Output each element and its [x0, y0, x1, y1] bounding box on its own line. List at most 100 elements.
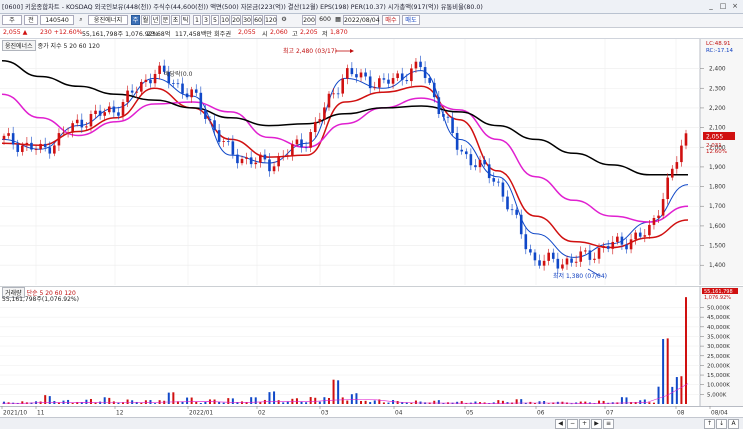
candle-body: [245, 157, 248, 159]
candle-body: [391, 78, 395, 84]
volume-bar: [204, 401, 207, 404]
volume-bar: [108, 397, 111, 404]
minute-10-button[interactable]: 10: [220, 15, 230, 25]
price-change: 230 +12.60%: [40, 29, 83, 36]
minute-1-button[interactable]: 1: [193, 15, 201, 25]
candle-body: [638, 232, 642, 237]
stock-code-input[interactable]: 140540: [40, 15, 74, 25]
candle-body: [313, 121, 317, 133]
price-legend-name[interactable]: 웅진에너스: [2, 40, 36, 51]
candle-body: [524, 234, 528, 250]
volume-bar: [231, 398, 234, 404]
volume-bar: [662, 339, 665, 404]
candle-body: [254, 162, 258, 165]
period-day-button[interactable]: 주: [131, 15, 140, 25]
candle-body: [350, 68, 354, 75]
candle-body: [341, 78, 345, 94]
volume-chart[interactable]: 50,000K 45,000K 40,000K 35,000K 30,000K 25,00…: [0, 286, 743, 406]
minute-5-button[interactable]: 5: [211, 15, 219, 25]
volume-bar: [126, 399, 129, 404]
stock-name-field[interactable]: 웅진에너지: [88, 15, 128, 25]
candle-body: [460, 149, 464, 152]
candle-body: [85, 126, 88, 128]
volume-bar: [396, 401, 399, 404]
volume-bar: [222, 402, 225, 404]
candle-body: [236, 154, 239, 164]
candle-body: [606, 246, 610, 249]
x-tick-label: 03: [321, 411, 329, 417]
open-label: 시: [262, 31, 268, 38]
volume-bar: [643, 399, 646, 404]
x-tick-label: 06: [537, 411, 545, 417]
period-minute-button[interactable]: 초: [171, 15, 180, 25]
buy-button[interactable]: 매수: [382, 15, 400, 25]
volume-bar: [268, 392, 271, 404]
dividend-annotation: 배당락(0.0: [164, 70, 193, 78]
candle-body: [410, 68, 413, 82]
candle-body: [442, 114, 445, 117]
volume-bar: [154, 403, 157, 404]
volume-bar: [346, 400, 349, 404]
x-tick-label: 11: [37, 411, 45, 417]
candle-body: [226, 141, 230, 142]
date-input[interactable]: 2022/08/04: [343, 15, 380, 25]
candle-body: [16, 144, 20, 152]
volume-bar: [227, 398, 230, 404]
volume-bar: [355, 393, 358, 404]
x-axis: 2021/10 11 12 2022/01 02 03 04 05 06 07 08 08/04: [0, 406, 743, 417]
high-price: 2,205: [300, 29, 318, 36]
volume-ytick-label: 50,000K: [707, 306, 730, 312]
count-input[interactable]: 200: [302, 15, 316, 25]
low-price: 1,870: [330, 29, 348, 36]
minute-30-button[interactable]: 30: [242, 15, 252, 25]
period-month-button[interactable]: 년: [151, 15, 160, 25]
candle-body: [419, 61, 422, 68]
candle-body: [405, 80, 409, 82]
candle-body: [423, 67, 427, 78]
calendar-icon[interactable]: ▦: [334, 15, 342, 25]
candle-body: [657, 215, 660, 218]
volume-bar: [382, 402, 385, 404]
minute-3-button[interactable]: 3: [202, 15, 210, 25]
volume-bar: [282, 402, 285, 404]
period-tick-button[interactable]: 틱: [181, 15, 190, 25]
candle-body: [675, 162, 679, 169]
lc-label: LC:48.91: [706, 41, 731, 47]
settings-icon[interactable]: ⚙: [279, 15, 289, 25]
volume-bar: [648, 402, 651, 404]
candle-body: [231, 141, 235, 155]
candle-body: [117, 112, 120, 116]
volume-bar: [199, 403, 202, 404]
candle-body: [268, 159, 271, 172]
volume-bar: [140, 402, 143, 404]
scroll-bar[interactable]: ◀ − + ▶ ≡ ↑ ↓ A: [0, 417, 743, 429]
candle-body: [478, 159, 482, 168]
maximize-icon[interactable]: □: [718, 1, 728, 11]
candle-body: [455, 132, 459, 150]
price-chart[interactable]: 2,4002,3002,2002,1002,0001,9001,8001,700…: [0, 39, 743, 285]
close-icon[interactable]: ×: [730, 1, 740, 11]
minute-60-button[interactable]: 60: [253, 15, 263, 25]
open-price: 2,060: [270, 29, 288, 36]
minute-20-button[interactable]: 20: [231, 15, 241, 25]
candle-body: [611, 241, 615, 249]
chart-type-select[interactable]: 전: [24, 15, 38, 25]
volume-bar: [300, 401, 303, 404]
candle-body: [172, 83, 175, 84]
volume-bar: [364, 400, 367, 404]
candle-body: [318, 119, 322, 122]
x-tick-label: 2022/01: [189, 411, 213, 417]
period-week-button[interactable]: 월: [141, 15, 150, 25]
volume-bar: [186, 397, 189, 404]
candle-body: [538, 260, 541, 266]
sell-button[interactable]: 매도: [402, 15, 420, 25]
mode-select[interactable]: 주: [2, 15, 22, 25]
volume-bar: [543, 401, 546, 404]
minute-120-button[interactable]: 120: [264, 15, 277, 25]
candle-body: [153, 73, 157, 84]
volume-bar: [538, 401, 541, 404]
search-icon[interactable]: ⌕: [76, 15, 86, 25]
period-year-button[interactable]: 분: [161, 15, 170, 25]
volume-ytick-label: 10,000K: [707, 383, 730, 389]
minimize-icon[interactable]: _: [706, 1, 716, 11]
